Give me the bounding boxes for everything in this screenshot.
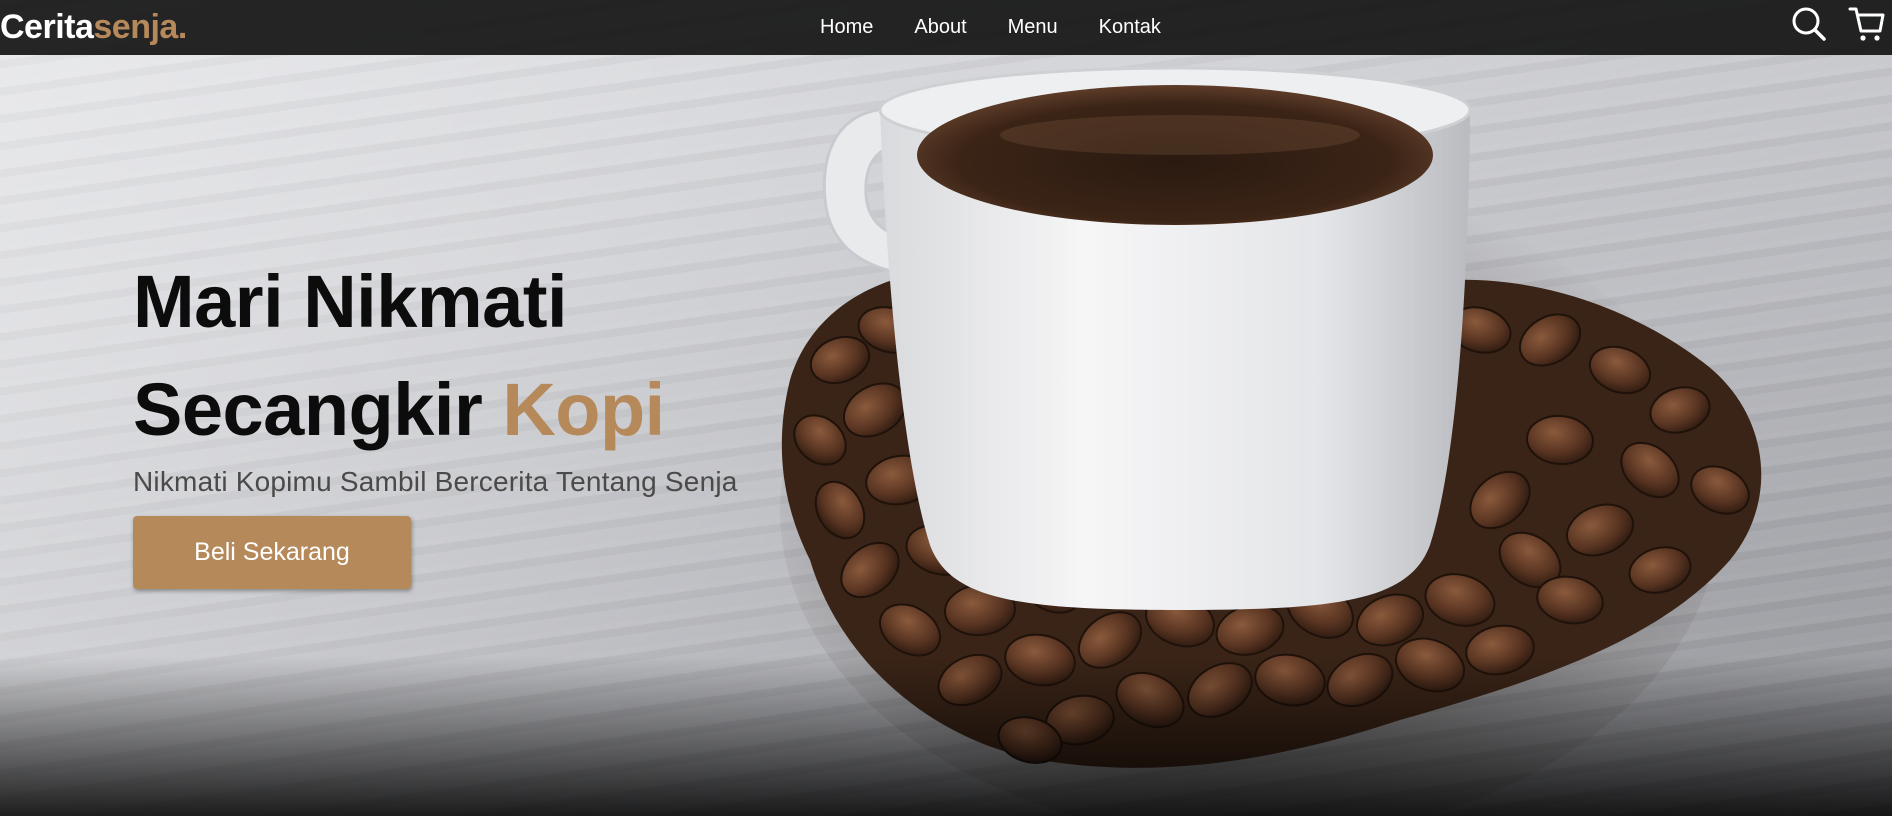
shopping-cart-icon[interactable] [1848, 5, 1886, 43]
landing-page: Ceritasenja. Home About Menu Kontak Mari… [0, 0, 1892, 816]
nav-link-menu[interactable]: Menu [1008, 16, 1058, 39]
logo-primary: Cerita [0, 8, 94, 46]
hero-dark-gradient [0, 656, 1892, 816]
nav-link-home[interactable]: Home [820, 16, 873, 39]
hero-content: Mari Nikmati Secangkir Kopi Nikmati Kopi… [133, 248, 738, 589]
nav-links: Home About Menu Kontak [820, 0, 1202, 55]
nav-link-about[interactable]: About [914, 16, 966, 39]
navbar: Ceritasenja. Home About Menu Kontak [0, 0, 1892, 55]
nav-link-kontak[interactable]: Kontak [1099, 16, 1161, 39]
hero-headline: Mari Nikmati Secangkir Kopi [133, 248, 738, 464]
headline-line2: Secangkir [133, 368, 483, 451]
headline-line1: Mari Nikmati [133, 260, 568, 343]
buy-now-button[interactable]: Beli Sekarang [133, 516, 411, 589]
headline-accent-word: Kopi [502, 368, 665, 451]
logo[interactable]: Ceritasenja. [0, 7, 187, 47]
logo-accent: senja. [93, 8, 187, 46]
search-icon[interactable] [1790, 5, 1828, 43]
hero-tagline: Nikmati Kopimu Sambil Bercerita Tentang … [133, 466, 738, 497]
